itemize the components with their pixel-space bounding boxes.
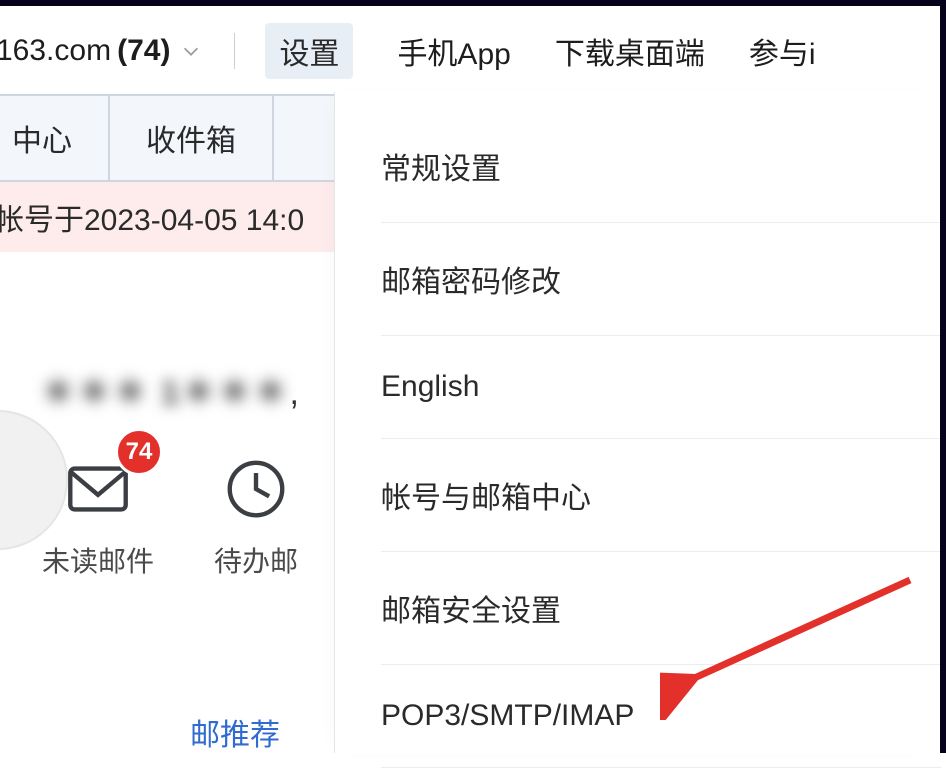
settings-dropdown: 常规设置 邮箱密码修改 English 帐号与邮箱中心 邮箱安全设置 POP3/… <box>334 92 940 753</box>
username-masked: ＊＊＊ 1＊＊＊ <box>41 374 289 412</box>
clock-icon <box>221 454 291 524</box>
nav-download-desktop[interactable]: 下载桌面端 <box>555 29 705 73</box>
account-domain: 163.com <box>0 34 111 68</box>
home-panel: ＊＊＊ 1＊＊＊, 74 未读邮件 待办邮 <box>0 260 340 580</box>
recommend-link[interactable]: 邮推荐 <box>190 710 280 754</box>
menu-account-center[interactable]: 帐号与邮箱中心 <box>381 439 941 552</box>
login-notice-text: 帐号于2023-04-05 14:0 <box>0 195 304 239</box>
quick-todo-label: 待办邮 <box>214 540 298 580</box>
quick-actions: 74 未读邮件 待办邮 <box>0 454 340 580</box>
tab-center[interactable]: 中心 <box>0 96 110 180</box>
quick-unread-icon-wrap: 74 <box>63 454 133 524</box>
quick-unread-label: 未读邮件 <box>42 540 154 580</box>
username-suffix: , <box>289 374 298 412</box>
quick-unread[interactable]: 74 未读邮件 <box>42 454 154 580</box>
divider <box>234 33 235 69</box>
menu-general[interactable]: 常规设置 <box>381 132 941 223</box>
nav-settings[interactable]: 设置 <box>265 23 353 79</box>
nav-mobile-app[interactable]: 手机App <box>397 29 510 73</box>
quick-todo[interactable]: 待办邮 <box>214 454 298 580</box>
account-unread-count: (74) <box>117 34 170 68</box>
quick-todo-icon-wrap <box>221 454 291 524</box>
menu-english[interactable]: English <box>381 336 941 439</box>
greeting-username: ＊＊＊ 1＊＊＊, <box>0 365 340 414</box>
nav-participate[interactable]: 参与i <box>749 29 816 73</box>
header-bar: 163.com (74) 设置 手机App 下载桌面端 参与i <box>0 0 946 94</box>
account-switcher[interactable]: 163.com (74) <box>0 34 202 68</box>
unread-badge: 74 <box>115 428 163 476</box>
menu-change-password[interactable]: 邮箱密码修改 <box>381 223 941 336</box>
tab-inbox[interactable]: 收件箱 <box>110 96 274 180</box>
chevron-down-icon <box>180 40 202 62</box>
menu-security[interactable]: 邮箱安全设置 <box>381 552 941 665</box>
top-nav: 设置 手机App 下载桌面端 参与i <box>265 23 815 79</box>
